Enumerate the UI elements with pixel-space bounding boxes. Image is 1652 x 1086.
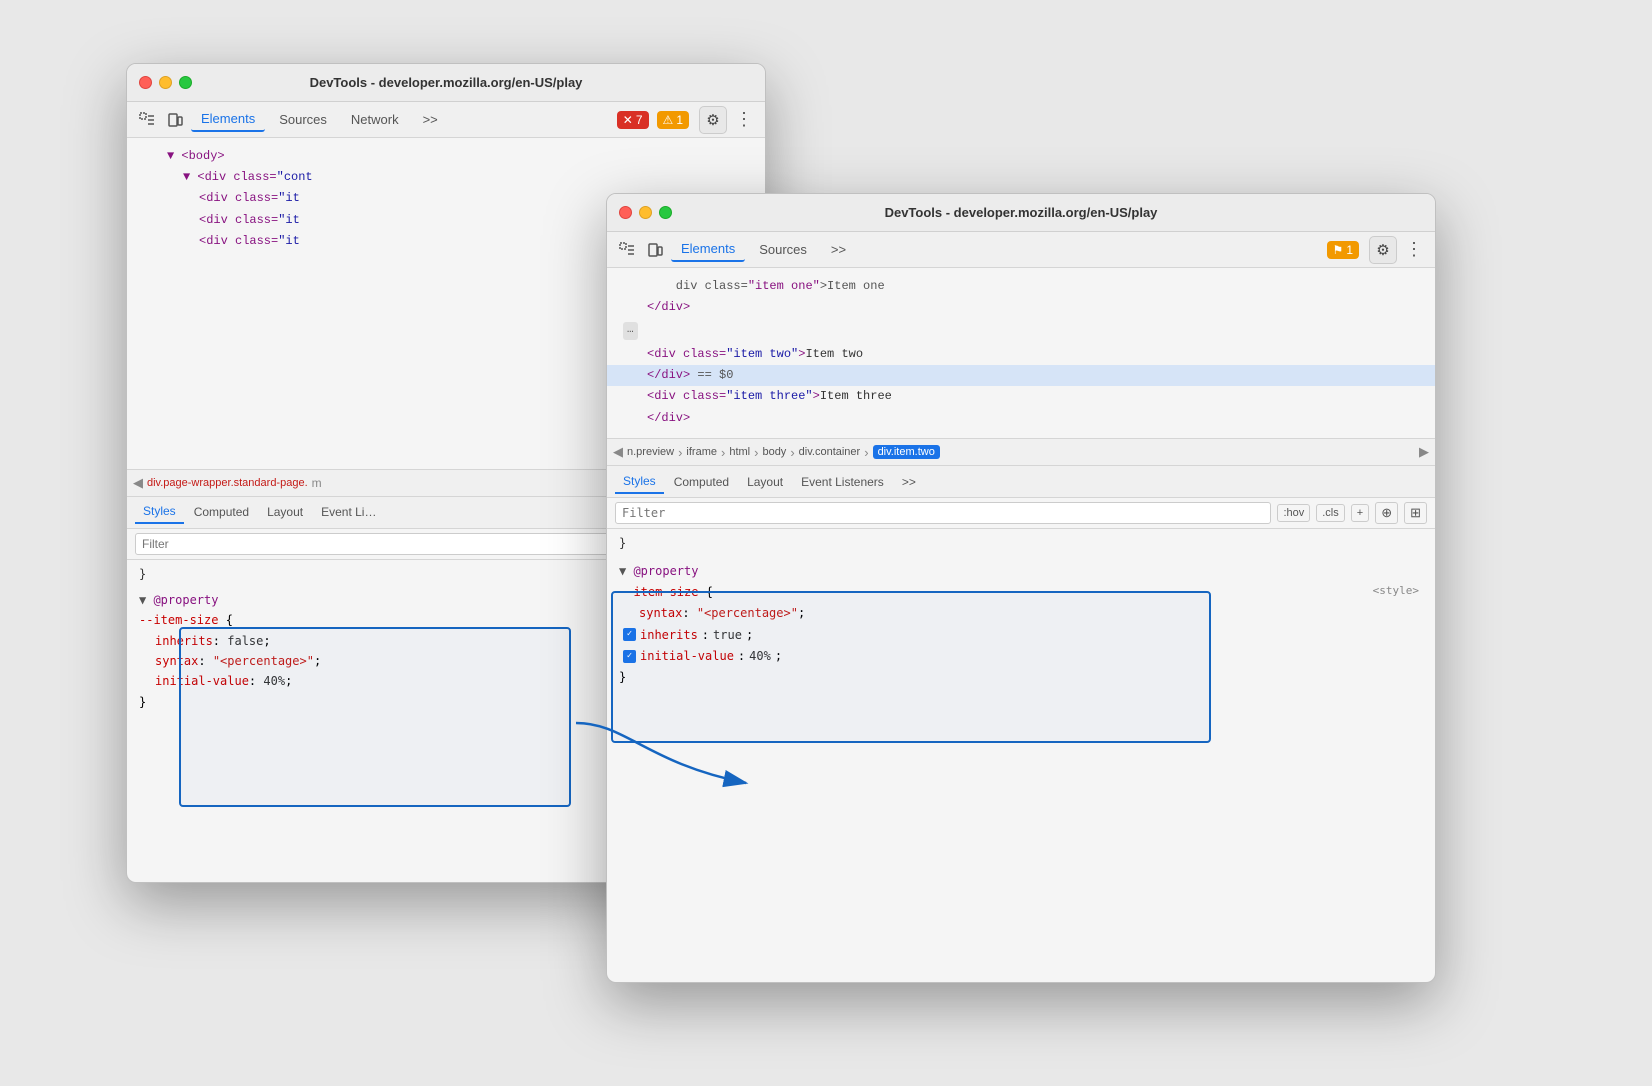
breadcrumb-iframe[interactable]: iframe <box>686 446 717 458</box>
tab-sources-back[interactable]: Sources <box>269 108 337 131</box>
breadcrumb-page-wrapper[interactable]: div.page-wrapper.standard-page. <box>147 477 308 489</box>
tab-layout-front[interactable]: Layout <box>739 471 791 493</box>
front-css-item-size-open: --item-size { <style> <box>619 582 1423 602</box>
front-css-initial-value-line: ✓ initial-value: 40%; <box>619 646 1423 666</box>
tab-computed-front[interactable]: Computed <box>666 471 737 493</box>
tab-more-styles-front[interactable]: >> <box>894 471 924 493</box>
front-html-line5: <div class="item three">Item three <box>607 386 1435 407</box>
breadcrumb-div-item-two[interactable]: div.item.two <box>873 445 940 459</box>
front-css-syntax-line: syntax: "<percentage>"; <box>619 603 1423 623</box>
tab-computed-back[interactable]: Computed <box>186 501 257 523</box>
maximize-button-front[interactable] <box>659 206 672 219</box>
breadcrumb-div-container[interactable]: div.container <box>799 446 861 458</box>
more-button-back[interactable]: ⋮ <box>731 109 757 130</box>
tab-styles-front[interactable]: Styles <box>615 470 664 494</box>
tab-eventlis-back[interactable]: Event Li… <box>313 501 384 523</box>
hov-button[interactable]: :hov <box>1277 504 1310 522</box>
tab-elements-back[interactable]: Elements <box>191 107 265 132</box>
front-titlebar: DevTools - developer.mozilla.org/en-US/p… <box>607 194 1435 232</box>
front-at-property-header: ▼ @property <box>619 561 1423 581</box>
back-html-line-body: ▼ <body> <box>127 146 765 167</box>
front-html-line3: <div class="item two">Item two <box>607 344 1435 365</box>
traffic-lights-back <box>139 76 192 89</box>
settings-button-front[interactable]: ⚙ <box>1369 236 1397 264</box>
front-html-line4-highlighted: </div> == $0 <box>607 365 1435 386</box>
breadcrumb-body[interactable]: body <box>762 446 786 458</box>
breadcrumb-ellipsis: m <box>312 476 322 490</box>
back-html-line-div-cont: ▼ <div class="cont <box>127 167 765 188</box>
close-button-front[interactable] <box>619 206 632 219</box>
add-style-button[interactable]: + <box>1351 504 1369 522</box>
traffic-lights-front <box>619 206 672 219</box>
front-css-preceding: } <box>619 533 1423 553</box>
front-breadcrumb: ◀ n.preview › iframe › html › body › div… <box>607 438 1435 466</box>
toggle-style-button[interactable]: ⊞ <box>1404 502 1427 524</box>
error-icon-back: ✕ <box>623 113 633 127</box>
tab-eventlisteners-front[interactable]: Event Listeners <box>793 471 892 493</box>
front-filter-input[interactable] <box>615 502 1271 524</box>
tab-more-back[interactable]: >> <box>413 108 448 131</box>
front-elements-panel: div class="item one">Item one </div> … <… <box>607 268 1435 438</box>
front-html-line2: </div> <box>607 297 1435 318</box>
front-filter-row: :hov .cls + ⊕ ⊞ <box>607 498 1435 528</box>
device-icon[interactable] <box>163 108 187 132</box>
warning-icon-front: ⚑ <box>1333 243 1344 257</box>
inspector-icon-front[interactable] <box>615 238 639 262</box>
front-styles-tabs: Styles Computed Layout Event Listeners >… <box>607 466 1435 498</box>
tab-sources-front[interactable]: Sources <box>749 238 817 261</box>
inherits-checkbox[interactable]: ✓ <box>623 628 636 641</box>
warning-badge-back: ⚠ 1 <box>657 111 689 129</box>
breadcrumb-n-preview[interactable]: n.preview <box>627 446 674 458</box>
device-icon-front[interactable] <box>643 238 667 262</box>
tab-elements-front[interactable]: Elements <box>671 237 745 262</box>
front-css-inherits-line: ✓ inherits: true; <box>619 625 1423 645</box>
tab-styles-back[interactable]: Styles <box>135 500 184 524</box>
cls-button[interactable]: .cls <box>1316 504 1345 522</box>
front-toolbar: Elements Sources >> ⚑ 1 ⚙ ⋮ <box>607 232 1435 268</box>
close-button-back[interactable] <box>139 76 152 89</box>
warning-icon-back: ⚠ <box>663 113 674 127</box>
front-html-line1: div class="item one">Item one <box>607 276 1435 297</box>
minimize-button-front[interactable] <box>639 206 652 219</box>
warning-badge-front: ⚑ 1 <box>1327 241 1359 259</box>
breadcrumb-html[interactable]: html <box>729 446 750 458</box>
copy-style-button[interactable]: ⊕ <box>1375 502 1398 524</box>
breadcrumb-left-arrow-back[interactable]: ◀ <box>133 475 143 491</box>
settings-button-back[interactable]: ⚙ <box>699 106 727 134</box>
front-css-close-brace: } <box>619 667 1423 687</box>
front-panel-body: div class="item one">Item one </div> … <… <box>607 268 1435 982</box>
front-styles-content: } ▼ @property --item-size { <style> synt… <box>607 528 1435 982</box>
front-html-ellipsis: … <box>607 318 1435 344</box>
front-html-line6: </div> <box>607 408 1435 429</box>
breadcrumb-left-arrow-front[interactable]: ◀ <box>613 444 623 460</box>
minimize-button-back[interactable] <box>159 76 172 89</box>
tab-layout-back[interactable]: Layout <box>259 501 311 523</box>
initial-value-checkbox[interactable]: ✓ <box>623 650 636 663</box>
ellipsis-button-front[interactable]: … <box>623 322 638 340</box>
breadcrumb-right-arrow-front[interactable]: ▶ <box>1419 444 1429 460</box>
back-window-title: DevTools - developer.mozilla.org/en-US/p… <box>310 75 583 90</box>
inspector-icon[interactable] <box>135 108 159 132</box>
front-window-title: DevTools - developer.mozilla.org/en-US/p… <box>885 205 1158 220</box>
maximize-button-back[interactable] <box>179 76 192 89</box>
tab-more-front[interactable]: >> <box>821 238 856 261</box>
back-titlebar: DevTools - developer.mozilla.org/en-US/p… <box>127 64 765 102</box>
more-button-front[interactable]: ⋮ <box>1401 239 1427 260</box>
error-badge-back: ✕ 7 <box>617 111 649 129</box>
back-toolbar: Elements Sources Network >> ✕ 7 ⚠ 1 ⚙ ⋮ <box>127 102 765 138</box>
front-devtools-window: DevTools - developer.mozilla.org/en-US/p… <box>606 193 1436 983</box>
tab-network-back[interactable]: Network <box>341 108 409 131</box>
